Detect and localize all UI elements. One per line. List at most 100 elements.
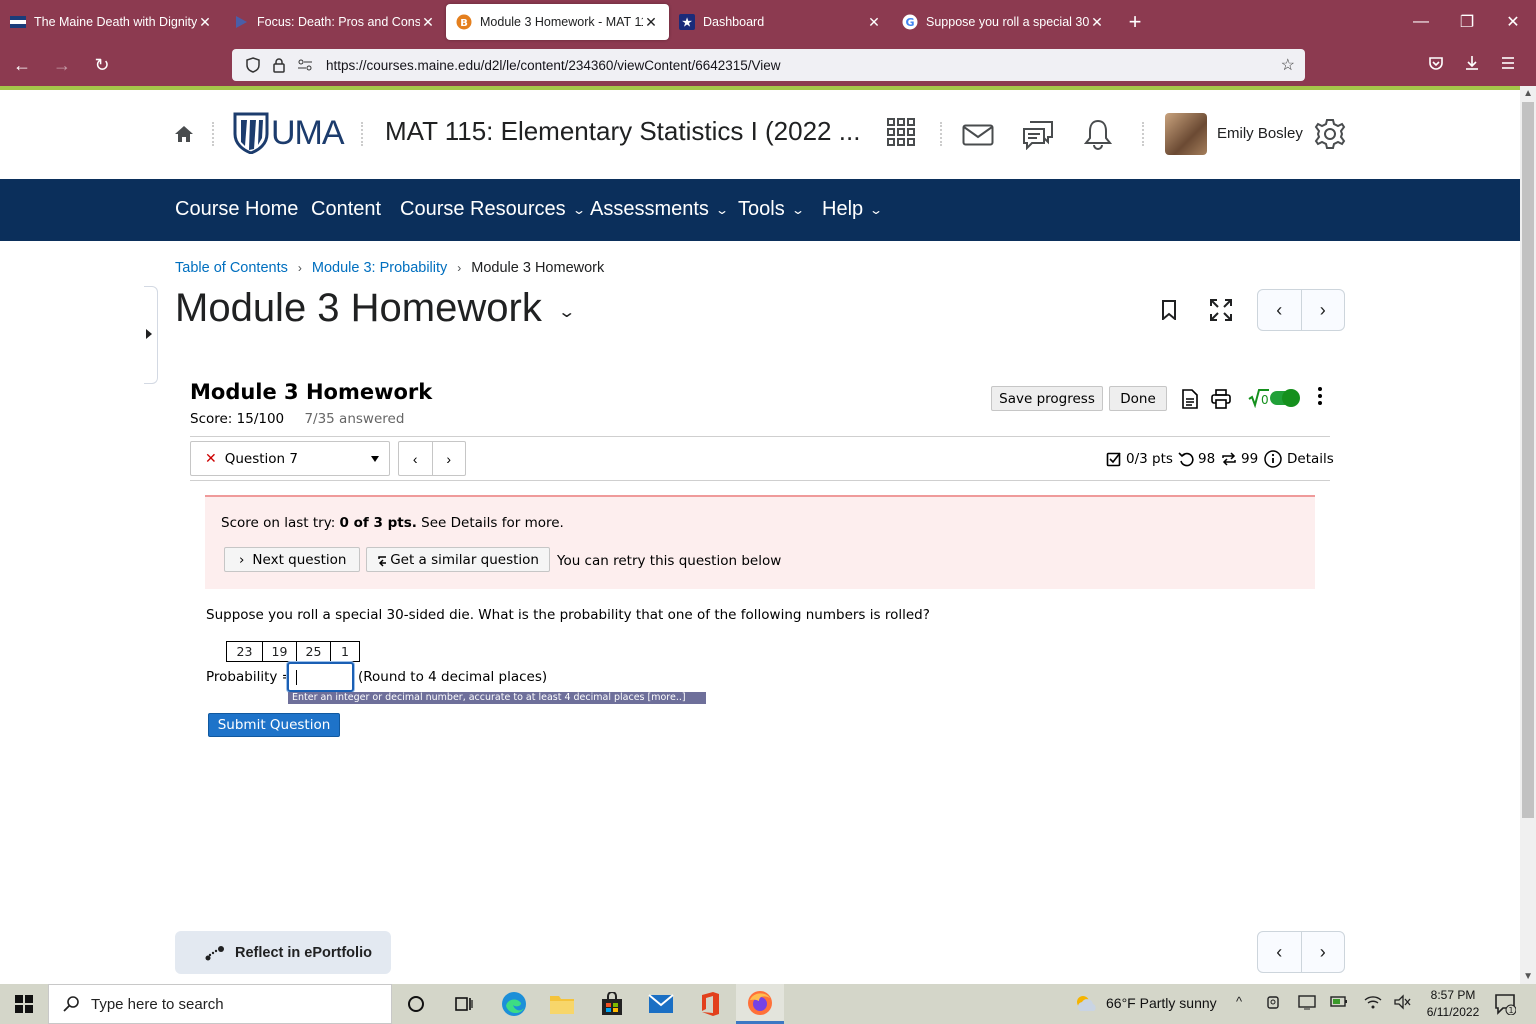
nav-assessments[interactable]: Assessments ⌄ (590, 198, 729, 221)
battery-icon[interactable] (1330, 994, 1348, 1011)
input-hint-tooltip[interactable]: Enter an integer or decimal number, accu… (288, 692, 706, 704)
tab-title: Suppose you roll a special 30-si (926, 15, 1089, 29)
edge-icon[interactable] (490, 984, 538, 1024)
more-options-icon[interactable] (1317, 386, 1323, 406)
meet-now-icon[interactable] (1266, 994, 1282, 1013)
message-alert-icon[interactable] (1022, 120, 1054, 155)
back-icon[interactable]: ← (4, 49, 40, 81)
table-cell: 19 (262, 641, 297, 662)
volume-muted-icon[interactable] (1393, 994, 1411, 1013)
math-entry-icon[interactable]: 0 (1248, 388, 1270, 413)
cortana-icon[interactable] (392, 984, 440, 1024)
scrollbar-thumb[interactable] (1522, 102, 1534, 818)
nav-course-resources[interactable]: Course Resources ⌄ (400, 198, 586, 221)
user-name[interactable]: Emily Bosley (1217, 125, 1303, 142)
next-topic-button[interactable]: › (1302, 290, 1345, 330)
similar-question-button[interactable]: Get a similar question (366, 547, 550, 572)
scroll-up-icon[interactable]: ▲ (1523, 88, 1533, 99)
close-tab-icon[interactable]: ✕ (866, 14, 882, 31)
submit-question-button[interactable]: Submit Question (208, 713, 340, 737)
breadcrumb-table-of-contents[interactable]: Table of Contents (175, 260, 288, 276)
page-title: Module 3 Homework ⌄ (175, 286, 576, 331)
browser-tab-active[interactable]: B Module 3 Homework - MAT 115 ✕ (446, 4, 669, 40)
next-question-button[interactable]: › Next question (224, 547, 360, 572)
close-window-icon[interactable]: ✕ (1490, 0, 1536, 44)
wifi-icon[interactable] (1364, 994, 1382, 1013)
bookmark-icon[interactable] (1161, 300, 1177, 325)
title-dropdown-chevron-icon[interactable]: ⌄ (557, 302, 576, 322)
restore-icon[interactable]: ❐ (1444, 0, 1490, 44)
probability-input[interactable] (287, 662, 354, 692)
previous-question-button[interactable]: ‹ (399, 442, 433, 475)
nav-course-home[interactable]: Course Home (175, 198, 298, 221)
close-tab-icon[interactable]: ✕ (420, 14, 436, 31)
weather-widget[interactable]: 66°F Partly sunny (1074, 994, 1217, 1012)
office-icon[interactable] (686, 984, 734, 1024)
file-explorer-icon[interactable] (538, 984, 586, 1024)
math-entry-toggle[interactable] (1270, 389, 1300, 407)
taskbar-search[interactable]: Type here to search (48, 984, 392, 1024)
course-title[interactable]: MAT 115: Elementary Statistics I (2022 .… (385, 116, 860, 147)
windows-start-icon[interactable] (0, 984, 48, 1024)
previous-topic-button[interactable]: ‹ (1258, 932, 1302, 972)
browser-tab[interactable]: ★ Dashboard ✕ (669, 4, 892, 40)
forward-icon[interactable]: → (44, 49, 80, 81)
nav-tools[interactable]: Tools ⌄ (738, 198, 805, 221)
show-hidden-icons-icon[interactable]: ^ (1236, 994, 1242, 1009)
details-text: Details (1287, 451, 1334, 467)
pocket-icon[interactable] (1418, 55, 1454, 76)
save-progress-button[interactable]: Save progress (991, 386, 1103, 411)
taskbar-clock[interactable]: 8:57 PM 6/11/2022 (1418, 987, 1488, 1021)
weather-text: 66°F Partly sunny (1106, 995, 1217, 1011)
store-icon[interactable] (588, 984, 636, 1024)
permissions-icon[interactable] (294, 59, 316, 71)
lock-icon[interactable] (268, 57, 290, 73)
notifications-icon[interactable]: 1 (1494, 993, 1517, 1018)
firefox-icon[interactable] (736, 984, 784, 1024)
new-tab-icon[interactable]: + (1115, 2, 1155, 42)
course-selector-grid-icon[interactable] (887, 118, 915, 151)
breadcrumb-module-3[interactable]: Module 3: Probability (312, 260, 447, 276)
fullscreen-icon[interactable] (1210, 299, 1232, 326)
browser-tab[interactable]: Focus: Death: Pros and Cons of ✕ (223, 4, 446, 40)
menu-icon[interactable] (1490, 56, 1526, 75)
bell-icon[interactable] (1083, 118, 1113, 155)
minimize-icon[interactable]: — (1398, 0, 1444, 44)
next-topic-button[interactable]: › (1302, 932, 1345, 972)
close-tab-icon[interactable]: ✕ (643, 14, 659, 31)
display-icon[interactable] (1298, 994, 1316, 1013)
print-icon[interactable] (1211, 389, 1231, 414)
sidebar-toggle[interactable] (144, 286, 158, 384)
nav-help[interactable]: Help ⌄ (822, 198, 883, 221)
address-bar[interactable]: https://courses.maine.edu/d2l/le/content… (232, 49, 1305, 81)
details-link[interactable]: Details (1264, 450, 1334, 468)
done-button[interactable]: Done (1109, 386, 1167, 411)
document-icon[interactable] (1182, 389, 1198, 414)
home-icon[interactable] (174, 124, 194, 149)
mail-icon[interactable] (962, 124, 994, 151)
notification-count: 1 (1508, 1006, 1513, 1015)
downloads-icon[interactable] (1454, 55, 1490, 76)
browser-tab[interactable]: The Maine Death with Dignity A ✕ (0, 4, 223, 40)
tab-title: Module 3 Homework - MAT 115 (480, 15, 643, 29)
tab-title: The Maine Death with Dignity A (34, 15, 197, 29)
avatar[interactable] (1165, 113, 1207, 155)
scroll-down-icon[interactable]: ▼ (1523, 971, 1533, 982)
close-tab-icon[interactable]: ✕ (1089, 14, 1105, 31)
next-question-arrow-button[interactable]: › (433, 442, 466, 475)
logo-text: UMA (271, 113, 345, 152)
task-view-icon[interactable] (440, 984, 488, 1024)
shield-icon[interactable] (242, 57, 264, 73)
clock-date: 6/11/2022 (1426, 1005, 1480, 1019)
uma-logo[interactable]: UMA (233, 112, 345, 154)
reflect-eportfolio-button[interactable]: Reflect in ePortfolio (175, 931, 391, 974)
mail-app-icon[interactable] (637, 984, 685, 1024)
previous-topic-button[interactable]: ‹ (1258, 290, 1302, 330)
browser-tab[interactable]: G Suppose you roll a special 30-si ✕ (892, 4, 1115, 40)
close-tab-icon[interactable]: ✕ (197, 14, 213, 31)
gear-icon[interactable] (1313, 117, 1347, 156)
bookmark-star-icon[interactable]: ☆ (1281, 55, 1295, 75)
question-select[interactable]: ✕ Question 7 (190, 441, 390, 476)
reload-icon[interactable]: ↻ (84, 49, 120, 81)
nav-content[interactable]: Content (311, 198, 381, 221)
